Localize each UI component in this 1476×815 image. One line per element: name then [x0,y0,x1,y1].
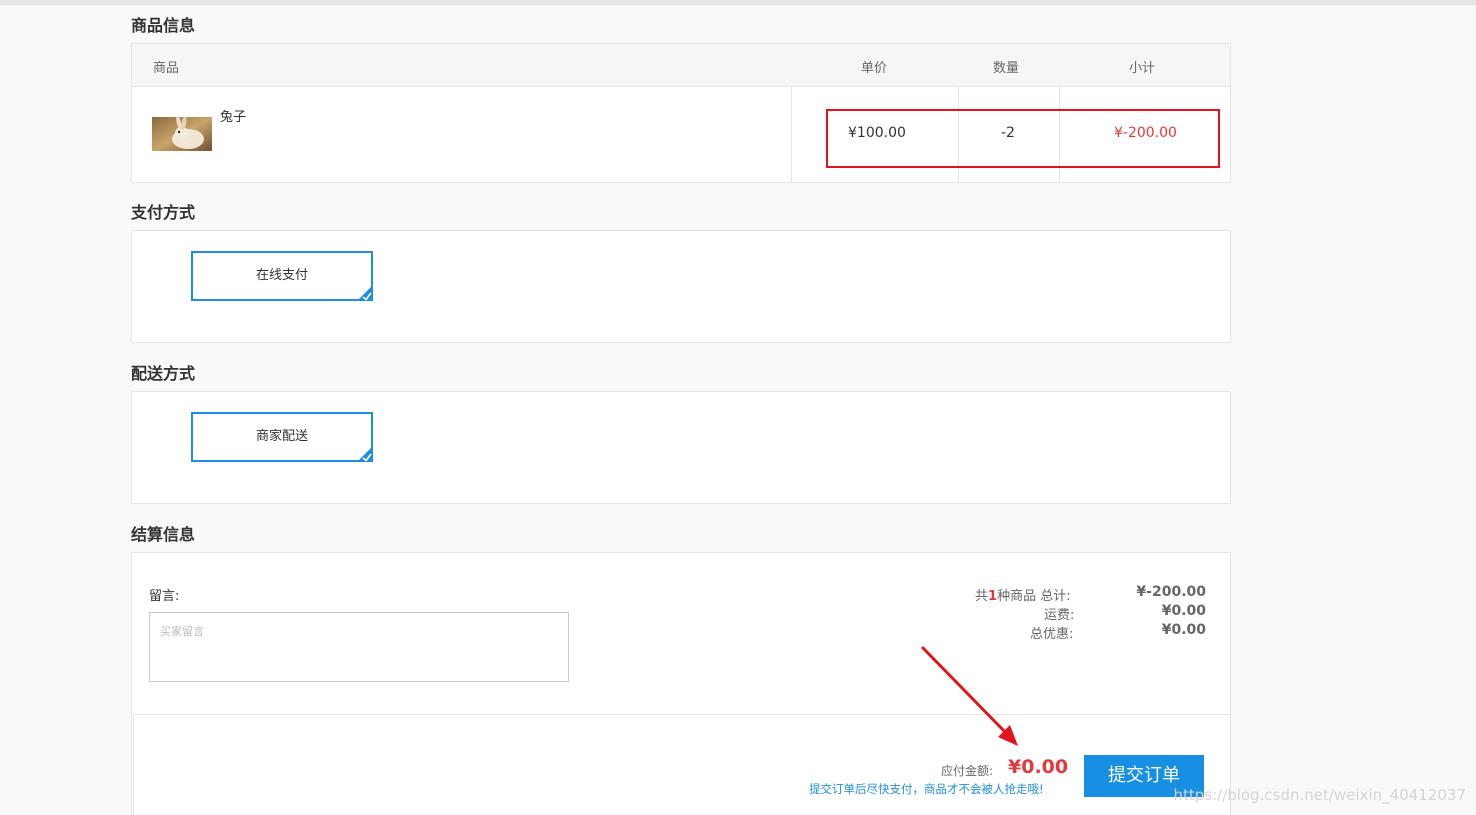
selected-check-icon [357,285,373,301]
product-table: 商品 单价 数量 小计 兔子 ¥100.00 -2 ¥-200.00 [131,43,1231,183]
header-quantity: 数量 [993,61,1020,76]
selected-check-icon [357,446,373,462]
delivery-option-label: 商家配送 [255,429,308,444]
summary-count-prefix: 共 [975,589,989,604]
product-name[interactable]: 兔子 [220,106,246,125]
delivery-panel: 商家配送 [131,391,1231,504]
header-subtotal: 小计 [1129,61,1156,76]
summary-count: 1 [988,589,998,604]
product-thumbnail[interactable] [152,117,212,151]
shipping-label: 运费: [1044,608,1075,623]
discount-value: ¥0.00 [1161,622,1206,638]
section-title-product: 商品信息 [131,16,196,35]
section-title-payment: 支付方式 [131,203,196,222]
section-title-checkout: 结算信息 [131,525,196,544]
header-product: 商品 [153,61,180,76]
table-header: 商品 单价 数量 小计 [132,44,1230,87]
section-title-delivery: 配送方式 [131,364,196,383]
summary-total-label: 共1种商品 总计: [975,585,1071,604]
discount-label: 总优惠: [1030,627,1074,642]
shipping-value: ¥0.00 [1161,603,1206,619]
message-label: 留言: [149,589,180,604]
payment-option-label: 在线支付 [255,268,308,283]
payable-amount: ¥0.00 [1008,756,1069,778]
payable-label: 应付金额: [941,764,994,778]
buyer-message-input[interactable] [149,612,569,682]
annotation-highlight-box [826,109,1220,168]
header-unit-price: 单价 [861,61,888,76]
summary-total-value: ¥-200.00 [1136,584,1206,600]
summary-count-suffix: 种商品 总计: [997,589,1071,604]
column-divider [791,87,792,182]
payable-hint: 提交订单后尽快支付，商品才不会被人抢走哦! [809,782,1044,796]
payment-panel: 在线支付 [131,230,1231,343]
payment-option-online[interactable]: 在线支付 [191,251,373,301]
watermark: https://blog.csdn.net/weixin_40412037 [1173,786,1466,804]
delivery-option-merchant[interactable]: 商家配送 [191,412,373,462]
top-border [0,0,1476,5]
